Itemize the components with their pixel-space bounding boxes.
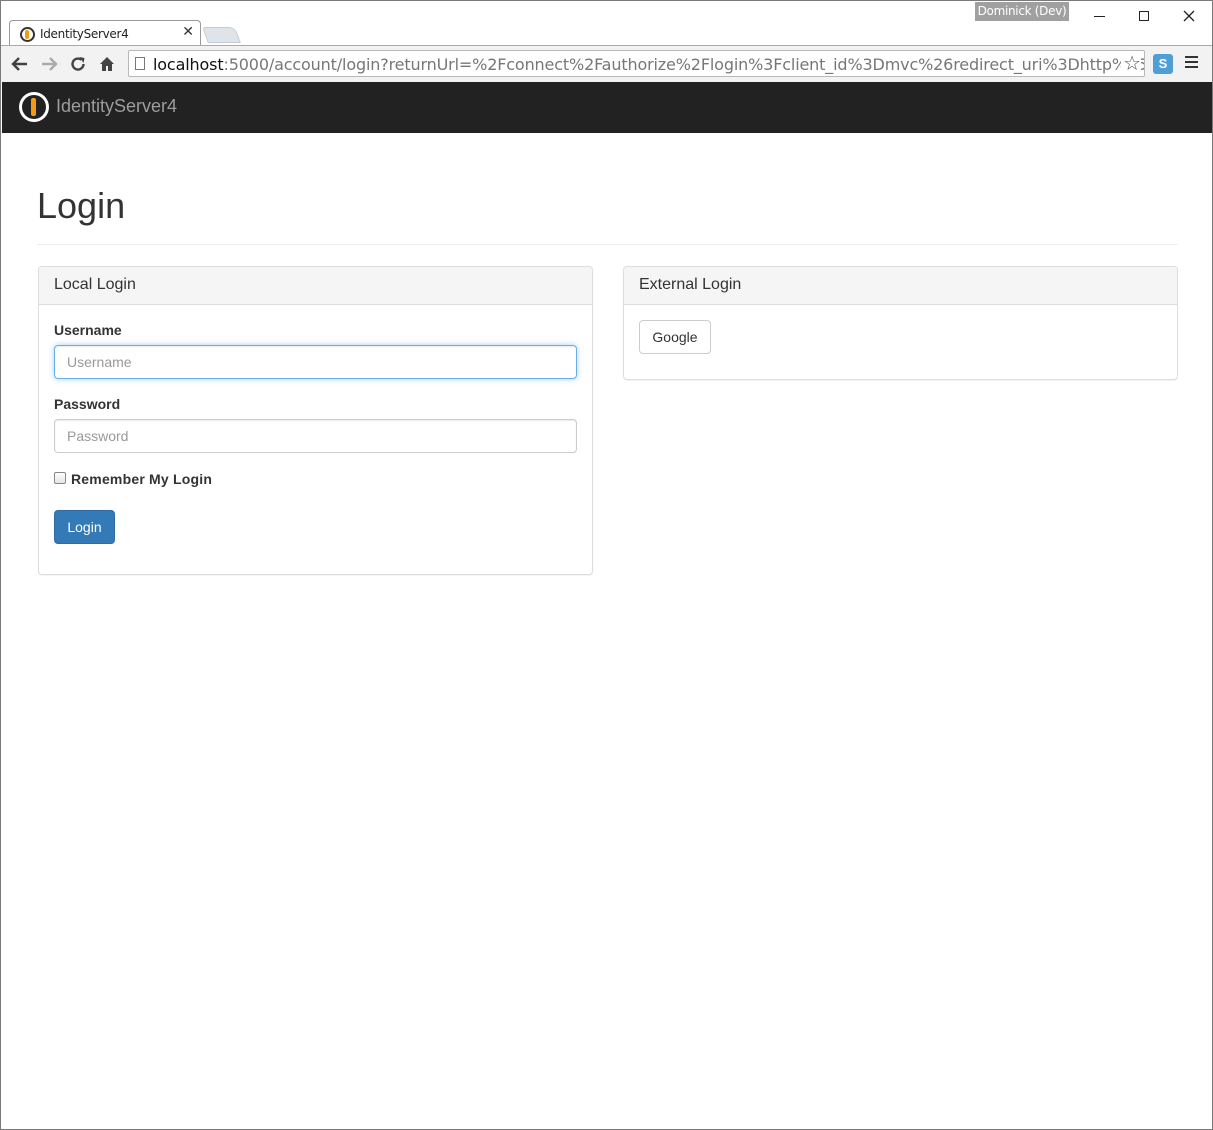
bookmark-star-icon[interactable]: ☆ (1121, 51, 1141, 75)
reload-icon (71, 57, 85, 71)
minimize-button[interactable] (1079, 3, 1119, 29)
page-icon (135, 57, 145, 70)
browser-window: IdentityServer4 ✕ Dominick (Dev) localho… (0, 0, 1213, 1130)
url-text[interactable]: localhost:5000/account/login?returnUrl=%… (153, 55, 1145, 74)
url-host: localhost (153, 55, 224, 74)
password-input[interactable] (54, 419, 577, 453)
google-login-button[interactable]: Google (639, 320, 711, 354)
forward-button[interactable] (37, 52, 61, 76)
remember-checkbox[interactable] (54, 471, 66, 484)
url-path: :5000/account/login?returnUrl=%2Fconnect… (223, 55, 1145, 74)
username-label: Username (54, 322, 122, 338)
back-button[interactable] (8, 52, 32, 76)
external-login-heading: External Login (624, 267, 1177, 305)
username-input[interactable] (54, 345, 577, 379)
password-label: Password (54, 396, 121, 412)
profile-badge[interactable]: Dominick (Dev) (975, 2, 1069, 21)
maximize-icon (1139, 11, 1149, 21)
extension-icon[interactable]: S (1153, 54, 1173, 74)
home-button[interactable] (95, 52, 119, 76)
tab-title: IdentityServer4 (40, 27, 129, 41)
hamburger-menu-icon[interactable] (1185, 56, 1199, 70)
local-login-panel: Local Login Username Password Remember M… (38, 266, 593, 575)
login-button[interactable]: Login (54, 510, 115, 544)
new-tab-button[interactable] (202, 27, 241, 43)
site-navbar: IdentityServer4 (2, 82, 1212, 133)
browser-toolbar: localhost:5000/account/login?returnUrl=%… (1, 45, 1212, 82)
home-icon (100, 57, 114, 71)
identityserver-favicon-icon (20, 27, 35, 42)
title-divider (37, 244, 1178, 245)
browser-tab[interactable]: IdentityServer4 ✕ (9, 20, 201, 46)
address-bar[interactable]: localhost:5000/account/login?returnUrl=%… (128, 50, 1145, 77)
remember-login[interactable]: Remember My Login (54, 471, 212, 487)
local-login-heading: Local Login (39, 267, 592, 305)
reload-button[interactable] (66, 52, 90, 76)
minimize-icon (1093, 15, 1105, 17)
window-close-button[interactable] (1169, 3, 1209, 29)
remember-label[interactable]: Remember My Login (71, 471, 212, 487)
tab-strip: IdentityServer4 ✕ Dominick (Dev) (1, 1, 1212, 46)
brand-name[interactable]: IdentityServer4 (56, 96, 177, 117)
tab-close-icon[interactable]: ✕ (182, 24, 194, 40)
page-title: Login (37, 185, 126, 226)
close-icon (1183, 10, 1195, 22)
external-login-panel: External Login Google (623, 266, 1178, 380)
arrow-right-icon (42, 57, 58, 71)
arrow-left-icon (11, 57, 27, 71)
maximize-button[interactable] (1124, 3, 1164, 29)
identityserver-logo-icon[interactable] (19, 92, 49, 122)
